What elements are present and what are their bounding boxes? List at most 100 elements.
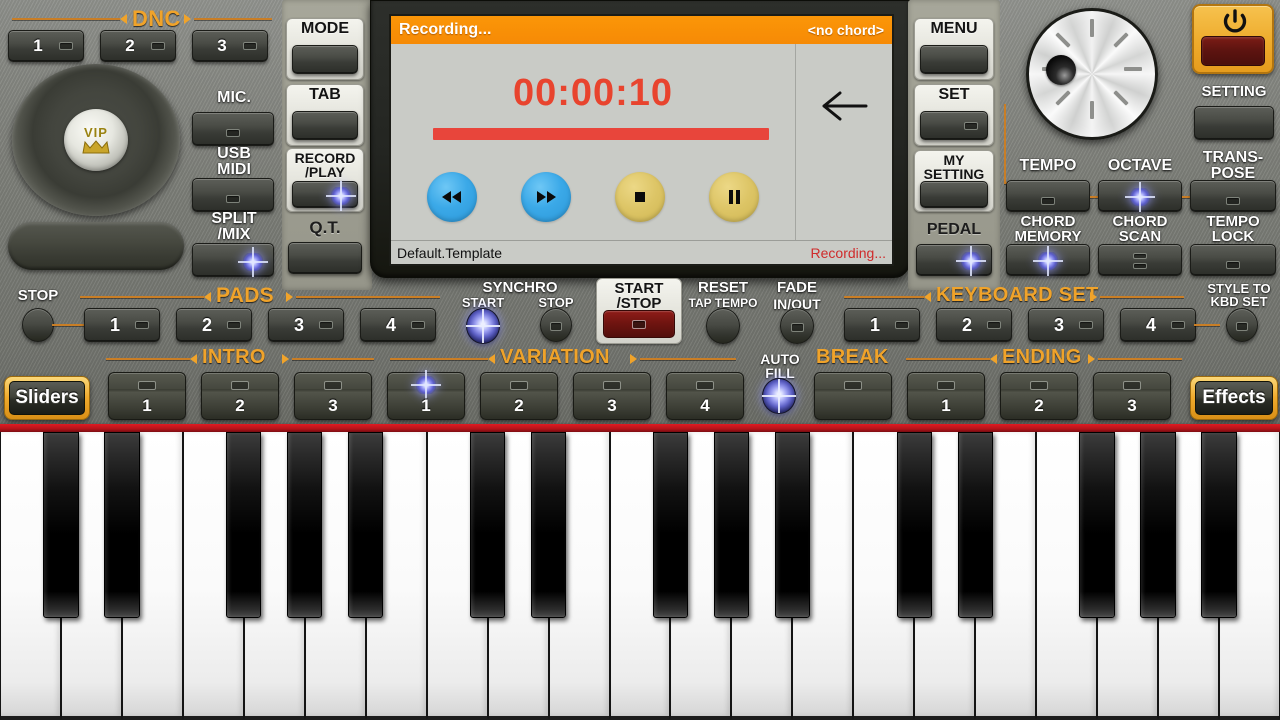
tempo-button[interactable] bbox=[1006, 180, 1090, 212]
fast-forward-button[interactable] bbox=[521, 172, 571, 222]
keyboard-set-button-3[interactable]: 3 bbox=[1028, 308, 1104, 342]
piano-keyboard[interactable] bbox=[0, 432, 1280, 720]
pad-button-3[interactable]: 3 bbox=[268, 308, 344, 342]
split-mix-button[interactable] bbox=[192, 243, 274, 277]
pads-stop-button[interactable] bbox=[22, 308, 54, 342]
piano-black-key[interactable] bbox=[1140, 432, 1176, 618]
start-stop-key[interactable]: START /STOP bbox=[596, 278, 682, 344]
piano-black-key[interactable] bbox=[1201, 432, 1237, 618]
tab-button[interactable] bbox=[292, 111, 358, 140]
data-dial[interactable] bbox=[1026, 8, 1158, 140]
chord-scan-button[interactable] bbox=[1098, 244, 1182, 276]
piano-black-key[interactable] bbox=[226, 432, 262, 618]
set-button[interactable] bbox=[920, 111, 988, 140]
ending-button-2[interactable]: 2 bbox=[1000, 372, 1078, 420]
my-setting-button[interactable] bbox=[920, 181, 988, 208]
intro-button-3[interactable]: 3 bbox=[294, 372, 372, 420]
effects-button[interactable]: Effects bbox=[1190, 376, 1278, 420]
dnc-button-3[interactable]: 3 bbox=[192, 30, 268, 62]
pad-button-2[interactable]: 2 bbox=[176, 308, 252, 342]
piano-black-key[interactable] bbox=[652, 432, 689, 618]
piano-black-key[interactable] bbox=[957, 432, 993, 618]
piano-black-key[interactable] bbox=[774, 432, 811, 618]
intro-button-1[interactable]: 1 bbox=[108, 372, 186, 420]
octave-label: OCTAVE bbox=[1107, 157, 1173, 174]
set-key[interactable]: SET bbox=[914, 84, 994, 146]
stop-button[interactable] bbox=[615, 172, 665, 222]
effects-label: Effects bbox=[1195, 381, 1273, 415]
keyboard-set-label: KEYBOARD SET bbox=[936, 284, 1099, 306]
variation-button-4[interactable]: 4 bbox=[666, 372, 744, 420]
menu-button[interactable] bbox=[920, 45, 988, 74]
ending-1-led bbox=[937, 381, 955, 390]
dnc-button-2[interactable]: 2 bbox=[100, 30, 176, 62]
pitch-mod-slider[interactable] bbox=[8, 222, 184, 270]
set-led bbox=[964, 122, 978, 130]
mode-key[interactable]: MODE bbox=[286, 18, 364, 80]
piano-black-key[interactable] bbox=[348, 432, 384, 618]
dnc-button-1[interactable]: 1 bbox=[8, 30, 84, 62]
start-stop-button[interactable] bbox=[603, 310, 675, 338]
pad-button-4[interactable]: 4 bbox=[360, 308, 436, 342]
piano-black-key[interactable] bbox=[896, 432, 932, 618]
auto-fill-button[interactable] bbox=[762, 378, 796, 414]
intro-3-label: 3 bbox=[328, 396, 338, 415]
synchro-start-button[interactable] bbox=[466, 308, 500, 344]
ending-button-3[interactable]: 3 bbox=[1093, 372, 1171, 420]
octave-button[interactable] bbox=[1098, 180, 1182, 212]
setting-button[interactable] bbox=[1194, 106, 1274, 140]
rewind-button[interactable] bbox=[427, 172, 477, 222]
break-button[interactable] bbox=[814, 372, 892, 420]
sliders-button[interactable]: Sliders bbox=[4, 376, 90, 420]
menu-key[interactable]: MENU bbox=[914, 18, 994, 80]
intro-label: INTRO bbox=[202, 346, 266, 368]
piano-black-key[interactable] bbox=[1079, 432, 1115, 618]
variation-button-3[interactable]: 3 bbox=[573, 372, 651, 420]
pause-button[interactable] bbox=[709, 172, 759, 222]
qt-button[interactable] bbox=[288, 242, 362, 274]
variation-button-1[interactable]: 1 bbox=[387, 372, 465, 420]
piano-black-key[interactable] bbox=[713, 432, 750, 618]
record-play-button[interactable] bbox=[292, 181, 358, 208]
usb-midi-button[interactable] bbox=[192, 178, 274, 212]
ending-button-1[interactable]: 1 bbox=[907, 372, 985, 420]
pads-rule-left bbox=[80, 296, 204, 298]
kbdset-1-led bbox=[895, 321, 909, 329]
piano-black-key[interactable] bbox=[469, 432, 506, 618]
power-button[interactable] bbox=[1192, 4, 1274, 74]
pedal-button[interactable] bbox=[916, 244, 992, 276]
piano-black-key[interactable] bbox=[43, 432, 79, 618]
kbdset-rule-right bbox=[1100, 296, 1184, 298]
transpose-button[interactable] bbox=[1190, 180, 1276, 212]
variation-button-2[interactable]: 2 bbox=[480, 372, 558, 420]
recording-progress-bar bbox=[433, 128, 769, 140]
fade-in-out-button[interactable] bbox=[780, 308, 814, 344]
keyboard-set-button-2[interactable]: 2 bbox=[936, 308, 1012, 342]
dial-tick bbox=[1124, 67, 1142, 71]
my-setting-key[interactable]: MY SETTING bbox=[914, 150, 994, 212]
piano-black-key[interactable] bbox=[287, 432, 323, 618]
mode-button[interactable] bbox=[292, 45, 358, 74]
record-play-key[interactable]: RECORD /PLAY bbox=[286, 148, 364, 212]
pad-1-led bbox=[135, 321, 149, 329]
synchro-stop-led bbox=[550, 322, 562, 331]
intro-arrow-left-icon bbox=[190, 354, 197, 364]
reset-tap-tempo-button[interactable] bbox=[706, 308, 740, 344]
piano-black-key[interactable] bbox=[530, 432, 567, 618]
chord-memory-button[interactable] bbox=[1006, 244, 1090, 276]
dial-tick bbox=[1113, 90, 1129, 106]
keyboard-set-button-4[interactable]: 4 bbox=[1120, 308, 1196, 342]
vip-joystick[interactable]: VIP bbox=[12, 64, 180, 216]
intro-button-2[interactable]: 2 bbox=[201, 372, 279, 420]
synchro-stop-button[interactable] bbox=[540, 308, 572, 342]
piano-black-key[interactable] bbox=[104, 432, 140, 618]
mic-button[interactable] bbox=[192, 112, 274, 146]
style-to-kbd-button[interactable] bbox=[1226, 308, 1258, 342]
kbdset-2-label: 2 bbox=[961, 314, 972, 335]
pad-button-1[interactable]: 1 bbox=[84, 308, 160, 342]
keyboard-set-button-1[interactable]: 1 bbox=[844, 308, 920, 342]
tab-key[interactable]: TAB bbox=[286, 84, 364, 146]
menu-label: MENU bbox=[930, 20, 978, 37]
back-button[interactable] bbox=[818, 88, 870, 129]
tempo-lock-button[interactable] bbox=[1190, 244, 1276, 276]
